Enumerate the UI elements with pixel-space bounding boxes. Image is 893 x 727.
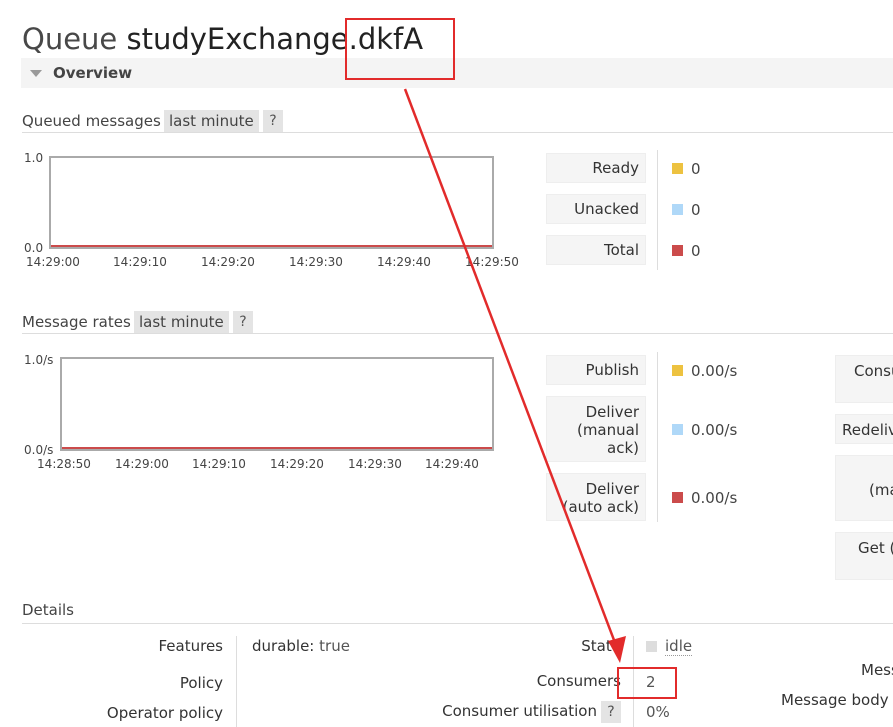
annotation-arrow-line bbox=[403, 88, 619, 649]
annotation-arrow bbox=[403, 88, 626, 663]
annotation-arrow-head bbox=[608, 636, 626, 663]
